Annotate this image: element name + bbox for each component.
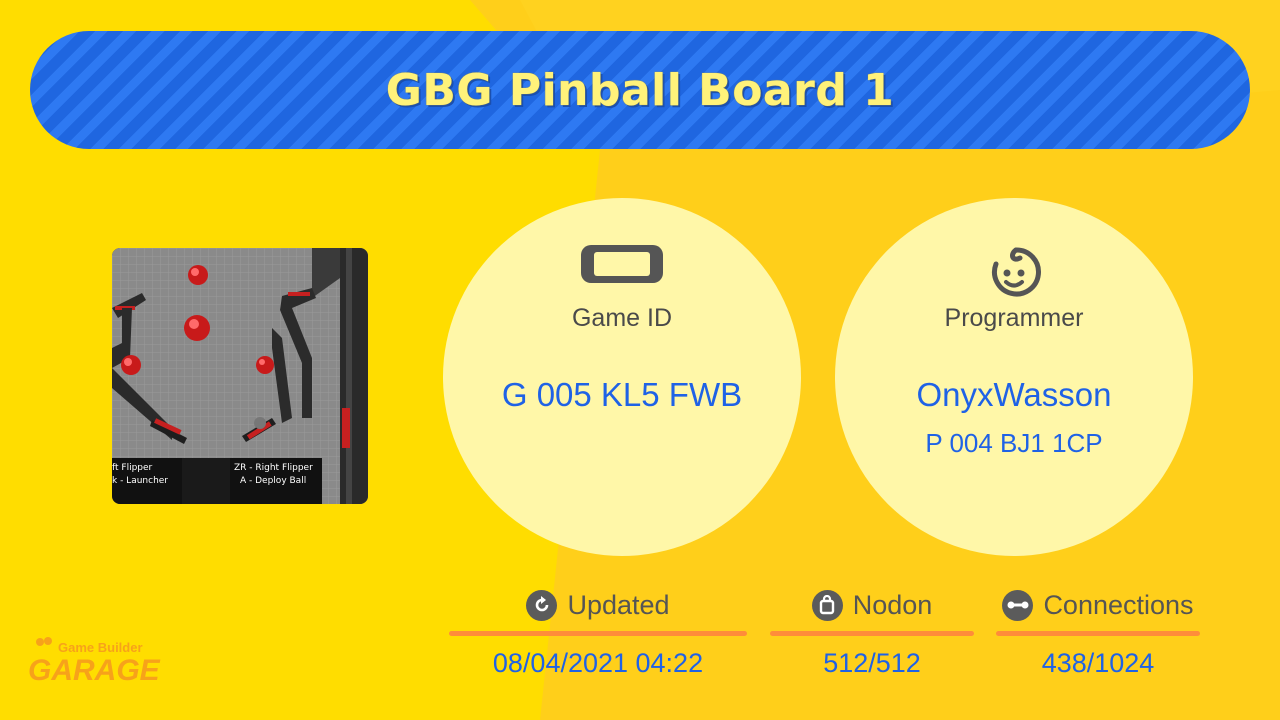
game-title: GBG Pinball Board 1 <box>385 64 895 116</box>
programmer-label: Programmer <box>944 304 1084 332</box>
programmer-name: OnyxWasson <box>916 376 1112 413</box>
console-icon <box>580 244 664 288</box>
bag-icon <box>811 589 843 621</box>
game-id-label: Game ID <box>571 304 673 332</box>
face-icon <box>986 244 1042 304</box>
connections-value: 438/1024 <box>1041 648 1155 678</box>
programmer-id: P 004 BJ1 1CP <box>925 428 1103 458</box>
caption-right-2: A - Deploy Ball <box>240 476 306 486</box>
logo-line2: GARAGE <box>28 654 161 686</box>
nodon-value: 512/512 <box>823 648 921 678</box>
title-banner: GBG Pinball Board 1 <box>30 31 1250 149</box>
stat-nodon: Nodon 512/512 <box>770 588 974 688</box>
refresh-icon <box>526 589 558 621</box>
nodon-label: Nodon <box>852 589 933 620</box>
game-builder-garage-logo: Game Builder GARAGE <box>28 634 168 687</box>
game-id-value: G 005 KL5 FWB <box>501 376 743 413</box>
updated-value: 08/04/2021 04:22 <box>492 648 704 678</box>
connections-label: Connections <box>1043 589 1194 620</box>
game-id-panel: Game ID G 005 KL5 FWB <box>443 198 801 556</box>
caption-left-1: ft Flipper <box>112 463 153 473</box>
caption-left-2: k - Launcher <box>112 476 168 486</box>
stat-connections: Connections 438/1024 <box>996 588 1200 688</box>
updated-underline <box>449 631 747 636</box>
nodon-underline <box>770 631 974 636</box>
link-icon <box>1002 589 1034 621</box>
stat-updated: Updated 08/04/2021 04:22 <box>449 588 747 688</box>
pinball-preview-image: ft Flipper k - Launcher ZR - Right Flipp… <box>112 248 368 504</box>
game-thumbnail: ft Flipper k - Launcher ZR - Right Flipp… <box>112 248 368 504</box>
caption-right-1: ZR - Right Flipper <box>234 463 313 473</box>
logo-line1: Game Builder <box>58 640 143 655</box>
programmer-panel: Programmer OnyxWasson P 004 BJ1 1CP <box>835 198 1193 556</box>
updated-label: Updated <box>567 589 670 620</box>
connections-underline <box>996 631 1200 636</box>
